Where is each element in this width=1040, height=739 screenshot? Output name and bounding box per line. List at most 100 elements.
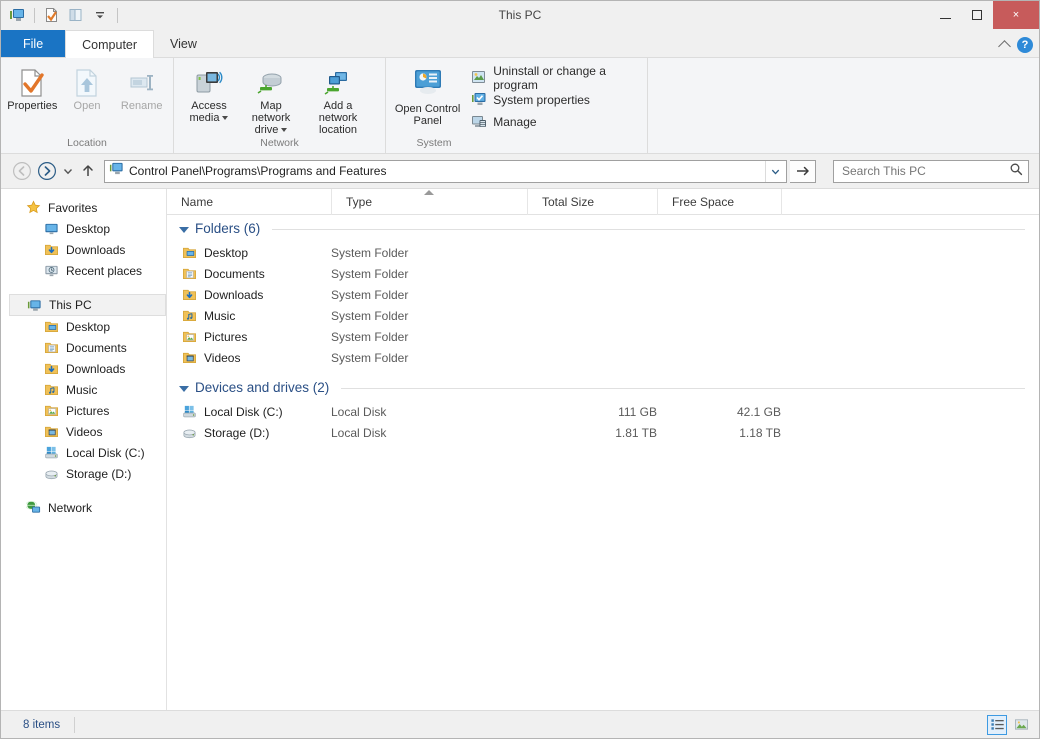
- table-row[interactable]: Music System Folder: [167, 305, 1039, 326]
- sidebar-item-recent-places[interactable]: Recent places: [1, 260, 166, 281]
- column-header-name[interactable]: Name: [167, 189, 331, 215]
- table-row[interactable]: Storage (D:) Local Disk 1.81 TB 1.18 TB: [167, 422, 1039, 443]
- collapse-ribbon-icon[interactable]: [998, 40, 1011, 53]
- group-header-folders-rule: [272, 229, 1025, 230]
- collapse-group-folders-icon[interactable]: [179, 227, 189, 233]
- window-controls: ×: [929, 1, 1039, 29]
- qat-this-pc-icon[interactable]: [7, 5, 27, 25]
- documents-folder-icon: [43, 340, 59, 356]
- address-bar[interactable]: Control Panel\Programs\Programs and Feat…: [104, 160, 787, 183]
- qat-properties-icon[interactable]: [42, 5, 62, 25]
- row-name: Local Disk (C:): [204, 405, 283, 419]
- ribbon-button-map-network-drive[interactable]: Map network drive: [240, 63, 302, 136]
- sidebar-item-videos-label: Videos: [66, 425, 102, 439]
- sidebar-item-downloads[interactable]: Downloads: [1, 358, 166, 379]
- access-media-caret-icon[interactable]: [222, 116, 228, 120]
- row-free-space: 1.18 TB: [657, 426, 781, 440]
- row-type: System Folder: [331, 330, 527, 344]
- tab-computer[interactable]: Computer: [65, 30, 154, 58]
- sidebar-item-storage-d[interactable]: Storage (D:): [1, 463, 166, 484]
- sidebar-item-pictures[interactable]: Pictures: [1, 400, 166, 421]
- qat-new-folder-icon[interactable]: [66, 5, 86, 25]
- ribbon-button-open-control-panel[interactable]: Open Control Panel: [390, 63, 465, 127]
- map-network-drive-caret-icon[interactable]: [281, 128, 287, 132]
- column-header-total-size[interactable]: Total Size: [527, 189, 657, 215]
- ribbon-button-manage-label: Manage: [493, 115, 536, 129]
- large-icons-view-button[interactable]: [1011, 715, 1031, 735]
- ribbon-tab-strip: File Computer View ?: [1, 29, 1039, 58]
- recent-locations-button[interactable]: [61, 160, 75, 182]
- group-header-devices-and-drives[interactable]: Devices and drives (2): [167, 374, 1039, 401]
- row-type: Local Disk: [331, 405, 527, 419]
- sidebar-gap-1: [1, 281, 166, 294]
- sidebar-item-this-pc[interactable]: This PC: [9, 294, 166, 316]
- ribbon-button-add-network-location[interactable]: Add a network location: [302, 63, 374, 136]
- table-row[interactable]: Videos System Folder: [167, 347, 1039, 368]
- forward-button[interactable]: [36, 160, 58, 182]
- collapse-group-devices-icon[interactable]: [179, 386, 189, 392]
- ribbon-group-network-label: Network: [178, 136, 381, 153]
- sidebar-item-videos[interactable]: Videos: [1, 421, 166, 442]
- address-bar-dropdown-icon[interactable]: [765, 161, 784, 182]
- system-properties-icon: [471, 91, 487, 110]
- sidebar-item-favorites[interactable]: Favorites: [1, 197, 166, 218]
- search-icon[interactable]: [1009, 162, 1023, 181]
- tab-file[interactable]: File: [1, 30, 65, 57]
- ribbon: Properties Open: [1, 58, 1039, 154]
- row-name: Documents: [204, 267, 265, 281]
- status-bar: 8 items: [1, 710, 1039, 738]
- tab-view[interactable]: View: [154, 30, 213, 57]
- table-row[interactable]: Downloads System Folder: [167, 284, 1039, 305]
- sidebar-item-storage-d-label: Storage (D:): [66, 467, 131, 481]
- go-button[interactable]: [790, 160, 816, 183]
- ribbon-group-location: Properties Open: [1, 58, 173, 153]
- documents-folder-icon: [181, 266, 197, 282]
- control-panel-icon: [411, 66, 445, 103]
- details-view-button[interactable]: [987, 715, 1007, 735]
- local-disk-icon: [43, 445, 59, 461]
- ribbon-button-access-media[interactable]: Access media: [178, 63, 240, 124]
- ribbon-button-properties[interactable]: Properties: [5, 63, 60, 112]
- sidebar-item-favorites-downloads[interactable]: Downloads: [1, 239, 166, 260]
- table-row[interactable]: Local Disk (C:) Local Disk 111 GB 42.1 G…: [167, 401, 1039, 422]
- qat-customize-caret-icon[interactable]: [90, 5, 110, 25]
- minimize-button[interactable]: [929, 1, 961, 29]
- table-row[interactable]: Documents System Folder: [167, 263, 1039, 284]
- ribbon-button-uninstall-program[interactable]: Uninstall or change a program: [471, 69, 643, 87]
- maximize-button[interactable]: [961, 1, 993, 29]
- group-header-folders[interactable]: Folders (6): [167, 215, 1039, 242]
- group-header-devices-and-drives-label: Devices and drives (2): [195, 380, 329, 395]
- search-box[interactable]: Search This PC: [833, 160, 1029, 183]
- address-bar-path: Control Panel\Programs\Programs and Feat…: [124, 164, 765, 178]
- qat-separator-1: [34, 8, 35, 23]
- videos-folder-icon: [43, 424, 59, 440]
- status-separator: [74, 717, 75, 733]
- ribbon-button-manage[interactable]: Manage: [471, 113, 643, 131]
- help-icon[interactable]: ?: [1017, 37, 1033, 53]
- address-bar-row: Control Panel\Programs\Programs and Feat…: [1, 154, 1039, 188]
- column-header-type[interactable]: Type: [331, 189, 527, 215]
- search-input[interactable]: Search This PC: [842, 164, 1009, 178]
- row-name: Desktop: [204, 246, 248, 260]
- column-header-filler: [781, 189, 1039, 215]
- ribbon-button-access-media-label: Access media: [190, 100, 227, 124]
- network-icon: [25, 500, 41, 516]
- sidebar-item-documents[interactable]: Documents: [1, 337, 166, 358]
- column-headers: Name Type Total Size Free Space: [167, 189, 1039, 215]
- column-header-free-space[interactable]: Free Space: [657, 189, 781, 215]
- ribbon-button-system-properties[interactable]: System properties: [471, 91, 643, 109]
- back-button[interactable]: [11, 160, 33, 182]
- ribbon-group-system: Open Control Panel Uninstall or cha: [385, 58, 647, 153]
- table-row[interactable]: Desktop System Folder: [167, 242, 1039, 263]
- sidebar-item-desktop[interactable]: Desktop: [1, 316, 166, 337]
- close-button[interactable]: ×: [993, 1, 1039, 29]
- row-name: Music: [204, 309, 235, 323]
- sidebar-item-local-disk-c[interactable]: Local Disk (C:): [1, 442, 166, 463]
- sidebar-item-network[interactable]: Network: [1, 497, 166, 518]
- up-one-level-button[interactable]: [78, 160, 98, 182]
- sidebar-item-music[interactable]: Music: [1, 379, 166, 400]
- table-row[interactable]: Pictures System Folder: [167, 326, 1039, 347]
- quick-access-toolbar: [1, 1, 121, 29]
- ribbon-button-properties-label: Properties: [5, 100, 59, 112]
- sidebar-item-favorites-desktop[interactable]: Desktop: [1, 218, 166, 239]
